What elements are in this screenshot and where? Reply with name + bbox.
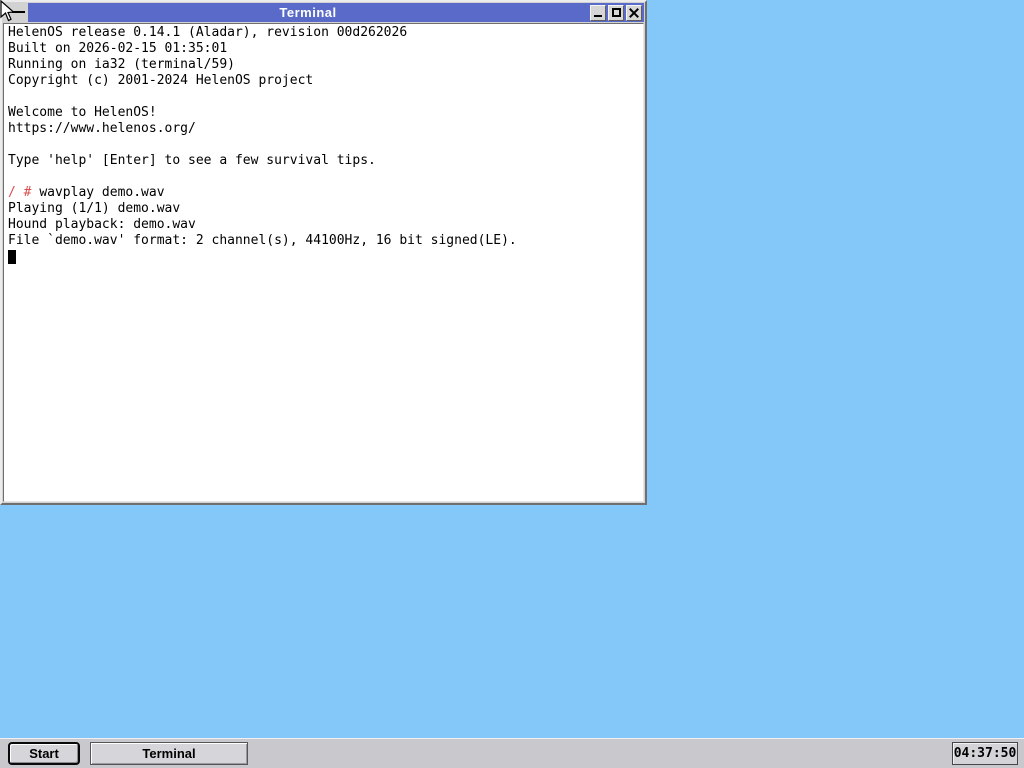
terminal-line: Built on 2026-02-15 01:35:01 [8,41,643,57]
terminal-text-segment: Playing (1/1) demo.wav [8,201,181,216]
terminal-cursor [8,250,16,264]
terminal-text-segment: https://www.helenos.org/ [8,121,196,136]
terminal-line: Copyright (c) 2001-2024 HelenOS project [8,73,643,89]
window-controls [588,3,644,22]
terminal-text-segment: wavplay demo.wav [39,185,165,200]
taskbar-clock: 04:37:50 [952,742,1018,765]
terminal-line: HelenOS release 0.14.1 (Aladar), revisio… [8,25,643,41]
terminal-line: Running on ia32 (terminal/59) [8,57,643,73]
terminal-line: Hound playback: demo.wav [8,217,643,233]
minimize-button[interactable] [590,4,606,21]
taskbar: Start Terminal 04:37:50 [0,738,1024,768]
terminal-line: Type 'help' [Enter] to see a few surviva… [8,153,643,169]
close-icon [629,8,639,18]
terminal-text-segment: Copyright (c) 2001-2024 HelenOS project [8,73,314,88]
terminal-window: Terminal HelenOS release 0.14.1 (Aladar)… [0,0,647,505]
terminal-text-segment: Built on 2026-02-15 01:35:01 [8,41,228,56]
terminal-text-segment: / # [8,185,40,200]
terminal-text-segment: File `demo.wav' format: 2 channel(s), 44… [8,233,517,248]
start-button[interactable]: Start [8,742,80,765]
terminal-text-segment: Type 'help' [Enter] to see a few surviva… [8,153,376,168]
terminal-text-segment: Hound playback: demo.wav [8,217,196,232]
maximize-icon [611,8,621,17]
terminal-output[interactable]: HelenOS release 0.14.1 (Aladar), revisio… [3,23,644,502]
terminal-line: https://www.helenos.org/ [8,121,643,137]
terminal-line: Welcome to HelenOS! [8,105,643,121]
sysmenu-dash-icon [12,11,25,13]
window-title: Terminal [279,5,337,20]
taskbar-task-terminal[interactable]: Terminal [90,742,248,765]
minimize-icon [594,14,602,17]
sysmenu-button[interactable] [3,3,28,22]
terminal-line [8,249,643,265]
window-titlebar[interactable]: Terminal [28,3,588,22]
terminal-text-segment: Welcome to HelenOS! [8,105,157,120]
terminal-line: Playing (1/1) demo.wav [8,201,643,217]
terminal-line: File `demo.wav' format: 2 channel(s), 44… [8,233,643,249]
terminal-line: / # wavplay demo.wav [8,185,643,201]
maximize-button[interactable] [608,4,624,21]
close-button[interactable] [626,4,642,21]
terminal-text-segment: Running on ia32 (terminal/59) [8,57,235,72]
terminal-text-segment: HelenOS release 0.14.1 (Aladar), revisio… [8,25,408,40]
window-titlebar-row: Terminal [3,3,644,22]
